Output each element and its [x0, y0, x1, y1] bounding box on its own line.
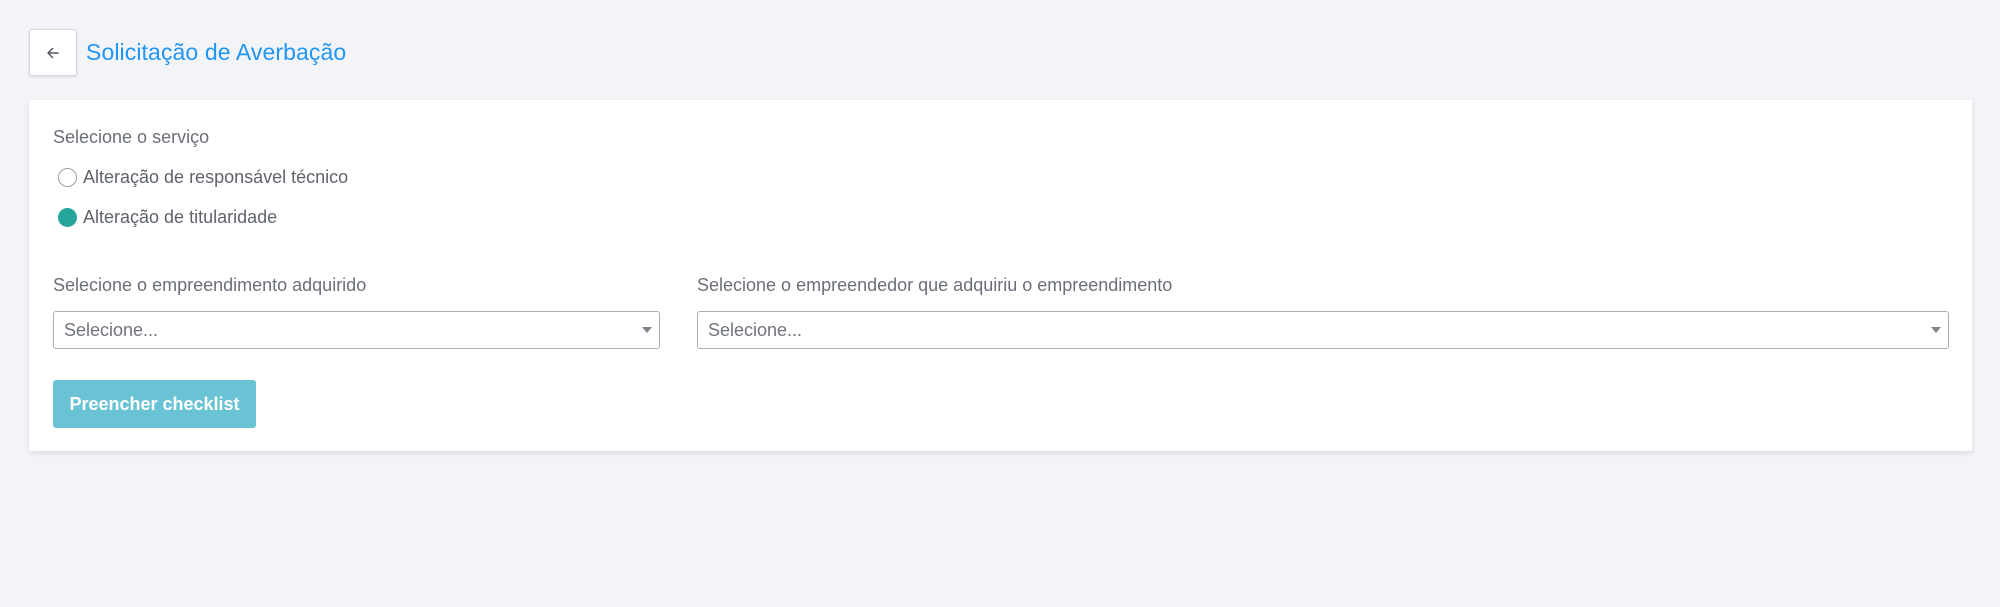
- enterprise-label: Selecione o empreendimento adquirido: [53, 275, 367, 295]
- enterprise-select[interactable]: Selecione...: [53, 311, 660, 349]
- back-button[interactable]: [29, 29, 77, 76]
- radio-option-label: Alteração de responsável técnico: [83, 167, 349, 187]
- entrepreneur-select[interactable]: Selecione...: [697, 311, 1949, 349]
- page-title: Solicitação de Averbação: [86, 39, 347, 65]
- enterprise-select-value: Selecione...: [64, 320, 159, 340]
- entrepreneur-select-value: Selecione...: [708, 320, 803, 340]
- entrepreneur-label: Selecione o empreendedor que adquiriu o …: [697, 275, 1173, 295]
- radio-option-responsavel-tecnico[interactable]: Alteração de responsável técnico: [58, 167, 348, 188]
- radio-option-label: Alteração de titularidade: [83, 207, 278, 227]
- radio-checked-icon[interactable]: [58, 208, 77, 227]
- page-header: Solicitação de Averbação: [29, 28, 346, 77]
- fill-checklist-button[interactable]: Preencher checklist: [53, 380, 256, 428]
- arrow-left-icon: [46, 46, 60, 60]
- caret-down-icon: [1931, 327, 1941, 333]
- form-card: Selecione o serviço Alteração de respons…: [29, 100, 1972, 451]
- radio-unchecked-icon[interactable]: [58, 168, 77, 187]
- radio-option-titularidade[interactable]: Alteração de titularidade: [58, 207, 277, 228]
- service-label: Selecione o serviço: [53, 127, 210, 147]
- caret-down-icon: [642, 327, 652, 333]
